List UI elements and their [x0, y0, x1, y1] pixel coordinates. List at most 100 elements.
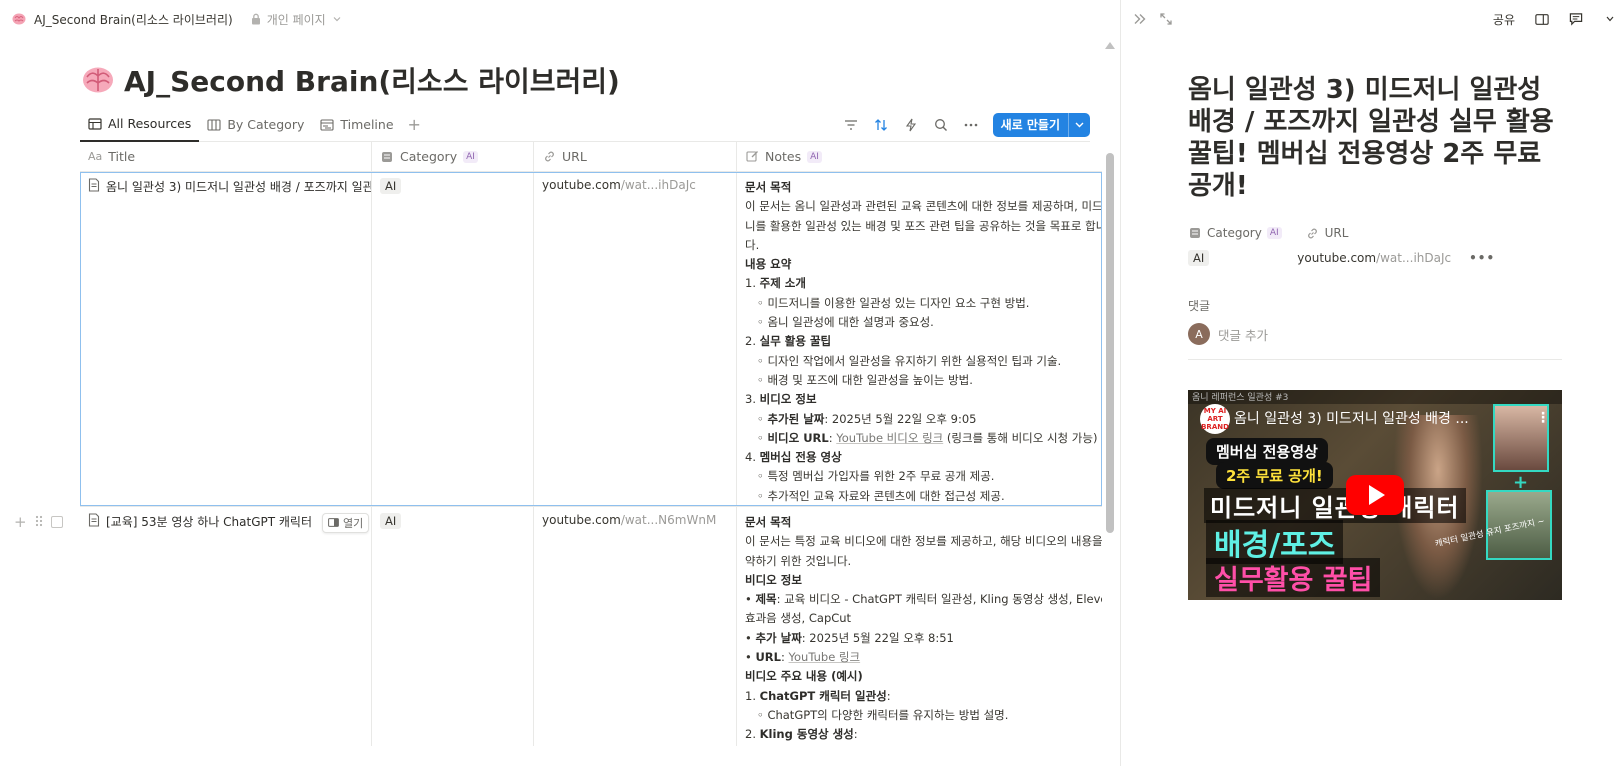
property-url[interactable]: URL — [1306, 226, 1348, 240]
video-link[interactable]: YouTube 비디오 링크 — [836, 431, 943, 445]
url-value[interactable]: youtube.com/wat...ihDaJc — [1297, 251, 1451, 265]
notes-cell[interactable]: 문서 목적 이 문서는 옴니 일관성과 관련된 교육 콘텐츠에 대한 정보를 제… — [737, 172, 1102, 506]
sidebar-layout-icon[interactable] — [1535, 12, 1549, 26]
chevron-down-icon — [330, 12, 344, 26]
view-toolbar: 새로 만들기 — [843, 112, 1090, 137]
tab-all-resources[interactable]: All Resources — [80, 108, 200, 142]
url-path[interactable]: /wat...ihDaJc — [621, 178, 696, 192]
notes-heading: 내용 요약 — [745, 257, 792, 272]
table-row[interactable]: 옴니 일관성 3) 미드저니 일관성 배경 / 포즈까지 일관성 실무 활용 꿀… — [80, 172, 1102, 506]
automation-icon[interactable] — [903, 117, 919, 133]
page-icon — [88, 178, 100, 192]
scroll-up-icon[interactable] — [1105, 42, 1115, 49]
url-path[interactable]: /wat...N6mWnM — [621, 513, 716, 527]
scrollbar-thumb[interactable] — [1106, 153, 1114, 533]
column-header-notes[interactable]: Notes AI — [737, 142, 1102, 171]
chevron-down-icon[interactable] — [1603, 12, 1617, 26]
list-number: 1. — [745, 688, 760, 703]
vertical-scrollbar[interactable] — [1104, 38, 1116, 766]
sort-icon[interactable] — [873, 117, 889, 133]
drag-handle-icon[interactable] — [35, 515, 43, 530]
add-row-icon[interactable]: + — [14, 513, 27, 531]
more-options-icon[interactable] — [963, 117, 979, 133]
title-cell[interactable]: 옴니 일관성 3) 미드저니 일관성 배경 / 포즈까지 일관성 실무 활용 꿀… — [80, 172, 372, 506]
url-path[interactable]: /wat...ihDaJc — [1376, 251, 1451, 265]
notes-heading: 문서 목적 — [745, 180, 792, 194]
column-header-url[interactable]: URL — [534, 142, 737, 171]
avatar: A — [1188, 323, 1210, 345]
category-cell[interactable]: AI — [372, 172, 534, 506]
notes-text: 효과음 생성, CapCut — [745, 611, 852, 626]
url-domain[interactable]: youtube.com — [1297, 251, 1376, 265]
add-view-icon[interactable]: + — [402, 115, 427, 134]
list-number: 2. — [745, 334, 760, 349]
filter-icon[interactable] — [843, 117, 859, 133]
list-item: ◦ 배경 및 포즈에 대한 일관성을 높이는 방법. — [757, 372, 973, 387]
title-cell[interactable]: [교육] 53분 영상 하나 ChatGPT 캐릭터 열기 i — [80, 507, 372, 746]
notes-text: 약하기 위한 것입니다. — [745, 553, 852, 568]
tab-label: Timeline — [340, 117, 394, 132]
new-button-label[interactable]: 새로 만들기 — [993, 113, 1068, 137]
row-title[interactable]: [교육] 53분 영상 하나 ChatGPT 캐릭터 — [106, 513, 312, 530]
category-tag: AI — [380, 178, 402, 194]
thumbnail-text: 미드저니 일관성 캐릭터 — [1204, 488, 1466, 523]
video-menu-icon[interactable]: ⋮ — [1536, 410, 1550, 426]
notes-cell[interactable]: 문서 목적 이 문서는 특정 교육 비디오에 대한 정보를 제공하고, 해당 비… — [737, 507, 1102, 746]
breadcrumb-page-title[interactable]: AJ_Second Brain(리소스 라이브러리) — [34, 11, 233, 28]
column-label: Category — [400, 149, 458, 164]
chevron-down-icon[interactable] — [1068, 112, 1090, 137]
list-value: : 교육 비디오 - ChatGPT 캐릭터 일관성, Kling 동영상 생성… — [776, 592, 1102, 607]
row-checkbox[interactable] — [50, 516, 63, 528]
comment-icon[interactable] — [1569, 12, 1583, 26]
comment-input[interactable]: A 댓글 추가 — [1188, 323, 1268, 345]
youtube-embed[interactable]: 옴니 레퍼런스 일관성 #3 + MY AI ART BRAND 옴니 일관성 … — [1188, 390, 1562, 600]
column-header-category[interactable]: Category AI — [372, 142, 534, 171]
property-category[interactable]: Category AI — [1188, 226, 1282, 240]
channel-avatar[interactable]: MY AI ART BRAND — [1200, 404, 1230, 434]
notes-text: 니를 활용한 일관성 있는 배경 및 포즈 관련 팁을 공유하는 것을 목표로 … — [745, 218, 1102, 233]
play-button-icon[interactable] — [1346, 475, 1404, 515]
board-icon — [207, 118, 221, 132]
category-tag[interactable]: AI — [1188, 250, 1210, 266]
peek-page-title[interactable]: 옴니 일관성 3) 미드저니 일관성 배경 / 포즈까지 일관성 실무 활용 꿀… — [1188, 74, 1568, 202]
property-label: Category — [1207, 226, 1262, 240]
page-title-text[interactable]: AJ_Second Brain(리소스 라이브러리) — [124, 60, 620, 100]
comment-placeholder[interactable]: 댓글 추가 — [1218, 325, 1268, 344]
row-title[interactable]: 옴니 일관성 3) 미드저니 일관성 배경 / 포즈까지 일관성 실무 활용 꿀… — [106, 178, 371, 195]
url-domain[interactable]: youtube.com — [542, 513, 621, 527]
url-domain[interactable]: youtube.com — [542, 178, 621, 192]
list-heading: Kling 동영상 생성 — [759, 727, 854, 742]
more-properties-icon[interactable]: ••• — [1469, 251, 1495, 265]
side-peek-panel: 공유 옴니 일관성 3) 미드저니 일관성 배경 / 포즈까지 일관성 실무 활… — [1121, 0, 1621, 766]
category-cell[interactable]: AI — [372, 507, 534, 746]
page-title: AJ_Second Brain(리소스 라이브러리) — [82, 60, 620, 100]
list-colon: : — [853, 727, 858, 742]
tab-timeline[interactable]: Timeline — [312, 108, 401, 142]
table-icon — [88, 117, 102, 131]
video-title[interactable]: 옴니 일관성 3) 미드저니 일관성 배경 ... — [1234, 408, 1469, 428]
video-link[interactable]: YouTube 링크 — [789, 650, 861, 664]
url-cell[interactable]: youtube.com/wat...ihDaJc — [534, 172, 737, 506]
column-header-title[interactable]: Aa Title — [80, 142, 372, 171]
search-icon[interactable] — [933, 117, 949, 133]
open-label: 열기 — [343, 517, 364, 530]
list-heading: 비디오 정보 — [759, 392, 817, 407]
open-button[interactable]: 열기 — [322, 513, 370, 533]
expand-icon[interactable] — [1159, 12, 1173, 26]
peek-toolbar: 공유 — [1121, 0, 1621, 38]
database-page: AJ_Second Brain(리소스 라이브러리) All Resources… — [0, 38, 1120, 766]
list-heading: ChatGPT 캐릭터 일관성 — [759, 688, 887, 703]
notes-heading: 비디오 주요 내용 (예시) — [745, 669, 863, 684]
url-cell[interactable]: youtube.com/wat...N6mWnM — [534, 507, 737, 746]
share-button[interactable]: 공유 — [1493, 11, 1515, 28]
brain-icon — [12, 12, 26, 26]
close-peek-icon[interactable] — [1133, 12, 1147, 26]
privacy-indicator[interactable]: 개인 페이지 — [249, 11, 344, 28]
list-item: • 제목: 교육 비디오 - ChatGPT 캐릭터 일관성, Kling 동영… — [745, 590, 1102, 609]
table-row[interactable]: + [교육] 53분 영상 하나 ChatGPT 캐릭터 열기 AI youtu… — [14, 506, 1102, 746]
notes-heading: 비디오 정보 — [745, 572, 802, 587]
new-button[interactable]: 새로 만들기 — [992, 112, 1090, 137]
tab-by-category[interactable]: By Category — [199, 108, 312, 142]
view-tabs-bar: All Resources By Category Timeline + 새로 … — [80, 108, 1090, 142]
notes-text: 이 문서는 특정 교육 비디오에 대한 정보를 제공하고, 해당 비디오의 내용… — [745, 534, 1102, 549]
